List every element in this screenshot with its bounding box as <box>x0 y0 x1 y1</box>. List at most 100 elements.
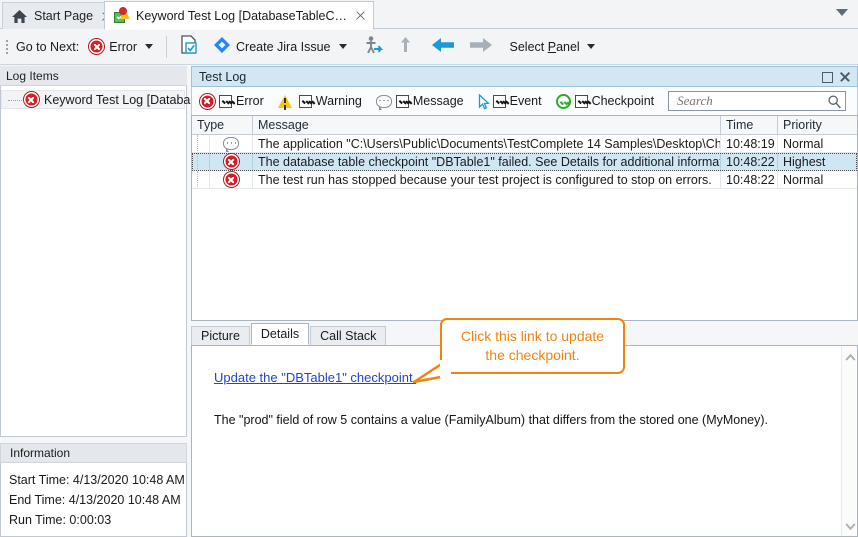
column-header-time[interactable]: Time <box>721 116 778 134</box>
update-checkpoint-link[interactable]: Update the "DBTable1" checkpoint. <box>214 370 416 385</box>
row-time-cell: 10:48:22 <box>721 153 778 170</box>
tab-start-page[interactable]: Start Page <box>2 2 120 29</box>
navigate-back-icon <box>430 35 456 58</box>
filter-message[interactable]: Message <box>376 94 464 108</box>
row-gutter <box>192 135 210 152</box>
step-out-button[interactable] <box>393 33 418 60</box>
maximize-icon[interactable] <box>819 69 835 85</box>
filter-warning[interactable]: Warning <box>278 94 362 108</box>
main-toolbar: Go to Next: Error Create Jira Issue <box>0 29 858 65</box>
filter-event-checkbox[interactable] <box>493 95 506 108</box>
row-type-cell <box>210 135 253 152</box>
goto-next-error-button[interactable]: Error <box>85 37 141 56</box>
annotation-callout: Click this link to update the checkpoint… <box>440 318 625 374</box>
filter-checkpoint-checkbox[interactable] <box>575 95 588 108</box>
search-icon[interactable] <box>827 94 842 109</box>
filter-warning-checkbox[interactable] <box>299 95 312 108</box>
table-row[interactable]: The test run has stopped because your te… <box>192 171 857 189</box>
grid-header-row: Type Message Time Priority <box>192 116 857 135</box>
navigate-back-button[interactable] <box>426 33 460 60</box>
row-time-cell: 10:48:22 <box>721 171 778 188</box>
log-items-panel: Log Items Keyword Test Log [Databa… <box>0 66 187 438</box>
row-priority-cell: Normal <box>778 135 857 152</box>
info-run-time: Run Time: 0:00:03 <box>9 510 186 530</box>
tab-label: Picture <box>201 329 240 343</box>
select-panel-caret-icon[interactable] <box>587 44 595 49</box>
run-figure-arrow-icon <box>363 35 385 58</box>
details-scrollbar[interactable] <box>841 346 857 536</box>
tab-picture[interactable]: Picture <box>191 326 250 345</box>
run-to-cursor-button[interactable] <box>359 33 389 60</box>
filter-message-label: Message <box>413 94 464 108</box>
table-row[interactable]: The application "C:\Users\Public\Documen… <box>192 135 857 153</box>
tab-call-stack[interactable]: Call Stack <box>310 326 386 345</box>
document-check-icon <box>180 35 199 58</box>
search-input[interactable] <box>675 93 827 109</box>
chevron-down-icon[interactable] <box>845 520 855 530</box>
filter-event[interactable]: Event <box>478 94 542 109</box>
test-log-header: Test Log <box>191 66 858 87</box>
column-header-priority[interactable]: Priority <box>778 116 857 134</box>
tab-keyword-test-log[interactable]: Keyword Test Log [DatabaseTableC… <box>104 1 374 30</box>
tree-node-keyword-test-log[interactable]: Keyword Test Log [Databa… <box>1 90 185 109</box>
filter-error-checkbox[interactable] <box>219 95 232 108</box>
error-circle-x-icon <box>224 154 239 169</box>
tab-details[interactable]: Details <box>251 323 309 345</box>
error-circle-x-icon <box>200 94 215 109</box>
warning-triangle-icon <box>278 95 292 108</box>
toolbar-grip[interactable] <box>3 37 12 57</box>
create-jira-issue-label: Create Jira Issue <box>236 40 330 54</box>
search-box[interactable] <box>668 91 846 111</box>
information-panel: Information Start Time: 4/13/2020 10:48 … <box>0 443 187 537</box>
checkpoint-check-circle-icon <box>556 94 571 109</box>
log-items-tree[interactable]: Keyword Test Log [Databa… <box>0 86 187 437</box>
error-circle-x-icon <box>89 39 104 54</box>
details-description: The "prod" field of row 5 contains a val… <box>214 413 857 427</box>
toolbar-separator <box>166 36 167 58</box>
row-time-cell: 10:48:19 <box>721 135 778 152</box>
tab-label: Call Stack <box>320 329 376 343</box>
keyword-test-log-icon <box>113 7 130 24</box>
log-filter-bar: Error Warning Message Event Checkpoint <box>191 87 858 115</box>
filter-error[interactable]: Error <box>200 94 264 109</box>
log-messages-grid[interactable]: Type Message Time Priority The applicati… <box>191 115 858 321</box>
select-panel-label: Select Panel <box>510 40 580 54</box>
row-priority-cell: Highest <box>778 153 857 170</box>
table-row[interactable]: The database table checkpoint "DBTable1"… <box>192 153 857 171</box>
document-tab-strip: Start Page Keyword Test Log [DatabaseTab… <box>0 0 858 29</box>
chevron-down-icon[interactable] <box>836 9 848 16</box>
callout-text: Click this link to update the checkpoint… <box>455 327 610 365</box>
update-checkpoint-button[interactable] <box>176 33 203 60</box>
row-message-cell: The application "C:\Users\Public\Documen… <box>253 135 721 152</box>
home-icon <box>11 8 28 25</box>
chevron-up-icon[interactable] <box>845 352 855 362</box>
select-panel-accelerator: P <box>548 40 556 54</box>
navigate-forward-button[interactable] <box>464 33 498 60</box>
column-header-message[interactable]: Message <box>253 116 721 134</box>
tab-label: Keyword Test Log [DatabaseTableC… <box>136 9 347 23</box>
row-gutter <box>192 153 210 170</box>
info-end-time: End Time: 4/13/2020 10:48 AM <box>9 490 186 510</box>
step-out-arrow-icon <box>397 35 414 58</box>
filter-error-label: Error <box>236 94 264 108</box>
info-start-time: Start Time: 4/13/2020 10:48 AM <box>9 470 186 490</box>
information-body: Start Time: 4/13/2020 10:48 AM End Time:… <box>0 463 187 537</box>
row-type-cell <box>210 153 253 170</box>
create-jira-issue-button[interactable]: Create Jira Issue <box>209 34 334 59</box>
filter-checkpoint-label: Checkpoint <box>592 94 655 108</box>
create-jira-dropdown-caret-icon[interactable] <box>339 44 347 49</box>
test-log-title: Test Log <box>199 70 246 84</box>
column-header-type[interactable]: Type <box>192 116 253 134</box>
filter-message-checkbox[interactable] <box>396 95 409 108</box>
close-icon[interactable] <box>837 69 853 85</box>
select-panel-button[interactable]: Select Panel <box>506 38 599 56</box>
callout-line-1: Click this link to update <box>461 328 604 344</box>
close-icon[interactable] <box>354 9 367 22</box>
goto-next-dropdown-caret-icon[interactable] <box>145 44 153 49</box>
row-priority-cell: Normal <box>778 171 857 188</box>
goto-next-error-label: Error <box>109 40 137 54</box>
tab-label: Start Page <box>34 9 93 23</box>
callout-tail <box>412 356 452 384</box>
filter-checkpoint[interactable]: Checkpoint <box>556 94 655 109</box>
grid-empty-area[interactable] <box>192 189 857 316</box>
